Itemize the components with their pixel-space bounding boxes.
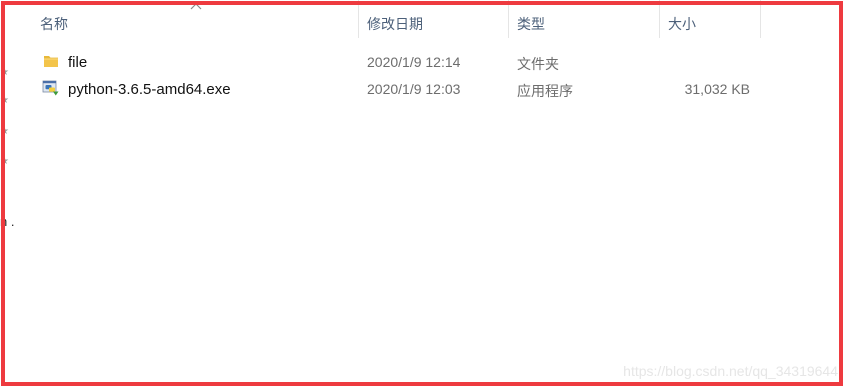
file-type: 应用程序 [517, 83, 573, 99]
file-type: 文件夹 [517, 56, 559, 72]
column-divider[interactable] [760, 0, 761, 38]
column-label-date: 修改日期 [367, 16, 423, 32]
column-header-type[interactable]: 类型 [509, 0, 659, 38]
column-header-date[interactable]: 修改日期 [359, 0, 508, 38]
column-header: 名称 修改日期 类型 大小 [0, 0, 844, 38]
nav-pane-fragment[interactable]: n . [0, 214, 14, 229]
file-name: file [68, 54, 88, 71]
column-header-size[interactable]: 大小 [660, 0, 760, 38]
file-row[interactable]: python-3.6.5-amd64.exe 2020/1/9 12:03 应用… [30, 75, 760, 101]
watermark-text: https://blog.csdn.net/qq_34319644 [623, 363, 838, 379]
file-explorer-window: ★ ★ ★ ★ n . 名称 修改日期 类型 大小 file 2020/1/9 … [0, 0, 844, 387]
folder-icon [44, 56, 58, 67]
file-date-modified: 2020/1/9 12:03 [367, 81, 461, 97]
file-date-modified: 2020/1/9 12:14 [367, 54, 461, 70]
file-name: python-3.6.5-amd64.exe [68, 81, 231, 98]
pin-icon[interactable]: ★ [0, 127, 9, 137]
file-row[interactable]: file 2020/1/9 12:14 文件夹 [30, 48, 760, 74]
column-label-name: 名称 [40, 16, 68, 32]
pin-icon[interactable]: ★ [0, 96, 9, 106]
column-label-size: 大小 [668, 16, 696, 32]
file-size: 31,032 KB [684, 81, 750, 97]
pin-icon[interactable]: ★ [0, 68, 9, 78]
python-installer-icon [42, 80, 59, 96]
column-header-name[interactable]: 名称 [30, 0, 358, 38]
column-label-type: 类型 [517, 16, 545, 32]
pin-icon[interactable]: ★ [0, 157, 9, 167]
